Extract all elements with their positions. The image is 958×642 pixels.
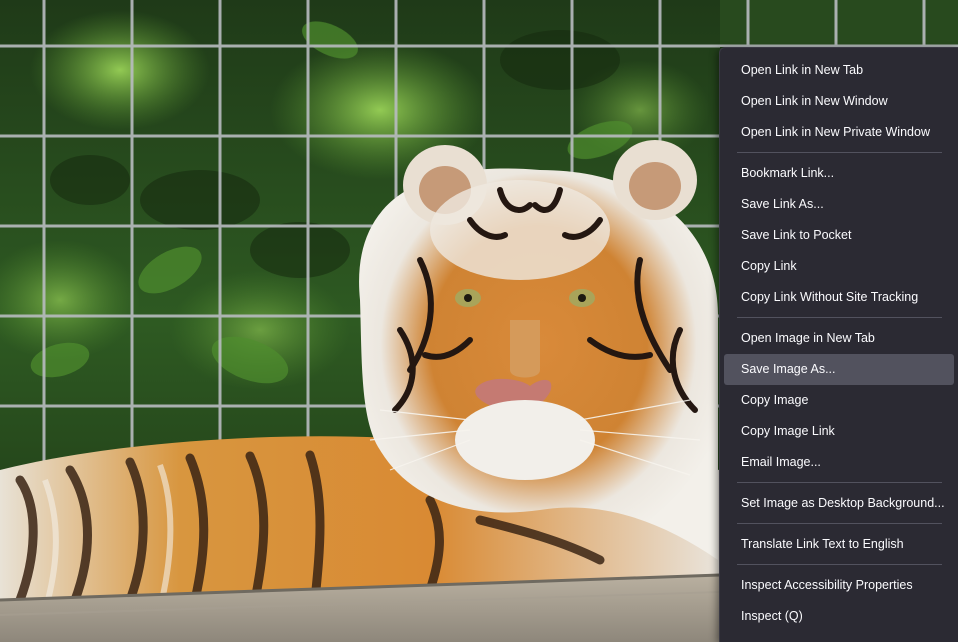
- browser-page: Open Link in New Tab Open Link in New Win…: [0, 0, 958, 642]
- menu-item-translate-link-text-to-english[interactable]: Translate Link Text to English: [724, 529, 954, 560]
- menu-item-copy-link[interactable]: Copy Link: [724, 251, 954, 282]
- menu-item-copy-link-without-site-tracking[interactable]: Copy Link Without Site Tracking: [724, 282, 954, 313]
- menu-item-open-link-in-new-window[interactable]: Open Link in New Window: [724, 86, 954, 117]
- menu-item-save-image-as[interactable]: Save Image As...: [724, 354, 954, 385]
- menu-item-open-image-in-new-tab[interactable]: Open Image in New Tab: [724, 323, 954, 354]
- context-menu: Open Link in New Tab Open Link in New Win…: [719, 47, 958, 642]
- menu-item-set-image-as-desktop-background[interactable]: Set Image as Desktop Background...: [724, 488, 954, 519]
- menu-separator: [737, 317, 942, 318]
- menu-item-copy-image-link[interactable]: Copy Image Link: [724, 416, 954, 447]
- menu-item-open-link-in-new-tab[interactable]: Open Link in New Tab: [724, 55, 954, 86]
- menu-separator: [737, 482, 942, 483]
- menu-item-email-image[interactable]: Email Image...: [724, 447, 954, 478]
- menu-separator: [737, 564, 942, 565]
- menu-item-copy-image[interactable]: Copy Image: [724, 385, 954, 416]
- menu-item-inspect-accessibility-properties[interactable]: Inspect Accessibility Properties: [724, 570, 954, 601]
- menu-separator: [737, 523, 942, 524]
- menu-item-bookmark-link[interactable]: Bookmark Link...: [724, 158, 954, 189]
- menu-item-inspect[interactable]: Inspect (Q): [724, 601, 954, 632]
- menu-item-save-link-to-pocket[interactable]: Save Link to Pocket: [724, 220, 954, 251]
- menu-separator: [737, 152, 942, 153]
- menu-item-open-link-in-new-private-window[interactable]: Open Link in New Private Window: [724, 117, 954, 148]
- menu-item-save-link-as[interactable]: Save Link As...: [724, 189, 954, 220]
